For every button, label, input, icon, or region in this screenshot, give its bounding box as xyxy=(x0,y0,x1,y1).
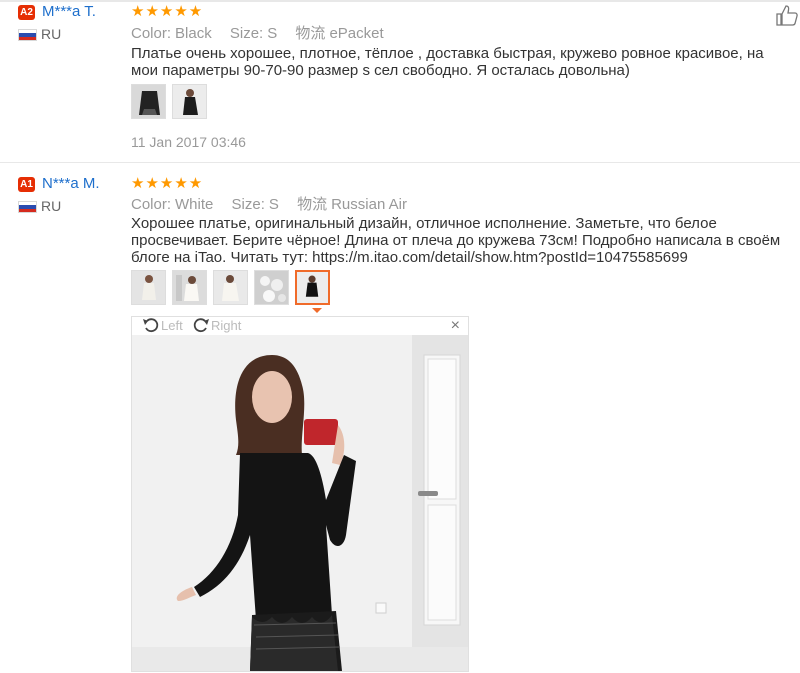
white-dress-photo-icon xyxy=(132,271,165,304)
selected-thumb-pointer xyxy=(312,308,322,313)
reviewer-name[interactable]: M***a T. xyxy=(42,3,96,20)
dress-photo-icon xyxy=(173,85,206,118)
color-label: Color: xyxy=(131,25,172,42)
reviewer-country: RU xyxy=(41,26,62,42)
order-attributes: Color: Black Size: S 物流 ePacket xyxy=(131,22,398,43)
shipping-value: ePacket xyxy=(329,25,384,42)
review-photo-thumb[interactable] xyxy=(131,270,166,305)
white-dress-photo-icon xyxy=(214,271,247,304)
star-rating: ★★★★★ xyxy=(131,175,204,192)
photo-viewer-toolbar: Left Right × xyxy=(132,317,468,335)
size-label: Size: xyxy=(229,25,264,42)
buyer-level-badge: A1 xyxy=(18,177,35,192)
color-label: Color: xyxy=(131,196,172,213)
order-attributes: Color: White Size: S 物流 Russian Air xyxy=(131,193,421,214)
review-text: Платье очень хорошее, плотное, тёплое , … xyxy=(131,45,764,79)
size-value: S xyxy=(268,196,279,213)
reviewer-name[interactable]: N***a M. xyxy=(42,175,100,192)
mirror-selfie-black-dress-image xyxy=(132,335,468,671)
russia-flag-icon xyxy=(18,29,37,41)
black-dress-photo-icon xyxy=(132,85,165,118)
russia-flag-icon xyxy=(18,201,37,213)
buyer-level-badge: A2 xyxy=(18,5,35,20)
enlarged-review-photo xyxy=(132,335,468,671)
color-value: White xyxy=(175,196,214,213)
shipping-label: 物流 xyxy=(297,196,328,213)
review-photo-thumb[interactable] xyxy=(172,84,207,119)
black-dress-photo-icon xyxy=(297,272,328,303)
color-value: Black xyxy=(175,25,212,42)
review-photo-thumb[interactable] xyxy=(213,270,248,305)
helpful-thumbs-up-icon[interactable] xyxy=(775,4,799,26)
review-date: 11 Jan 2017 03:46 xyxy=(131,134,246,150)
size-value: S xyxy=(267,25,278,42)
review-photo-thumb[interactable] xyxy=(254,270,289,305)
star-rating: ★★★★★ xyxy=(131,3,204,20)
review-photo-thumbnails xyxy=(131,84,207,119)
lace-detail-photo-icon xyxy=(255,271,288,304)
review-divider xyxy=(0,162,800,163)
white-dress-photo-icon xyxy=(173,271,206,304)
rotate-right-icon xyxy=(193,318,209,333)
review-text: Хорошее платье, оригинальный дизайн, отл… xyxy=(131,215,781,266)
rotate-right-button[interactable]: Right xyxy=(192,317,241,333)
review-photo-thumb[interactable] xyxy=(172,270,207,305)
review-photo-thumb-selected[interactable] xyxy=(295,270,330,305)
review-item-1: A2 M***a T. RU ★★★★★ Color: Black Size: S … xyxy=(0,0,800,160)
reviewer-country: RU xyxy=(41,198,62,214)
photo-viewer: Left Right × xyxy=(131,316,469,672)
rotate-left-icon xyxy=(143,318,159,333)
shipping-label: 物流 xyxy=(295,25,326,42)
rotate-left-button[interactable]: Left xyxy=(142,317,183,333)
size-label: Size: xyxy=(231,196,265,213)
rotate-left-label: Left xyxy=(161,317,183,333)
close-viewer-button[interactable]: × xyxy=(451,317,460,335)
review-photo-thumbnails xyxy=(131,270,330,305)
rotate-right-label: Right xyxy=(211,317,242,333)
shipping-value: Russian Air xyxy=(331,196,407,213)
review-photo-thumb[interactable] xyxy=(131,84,166,119)
